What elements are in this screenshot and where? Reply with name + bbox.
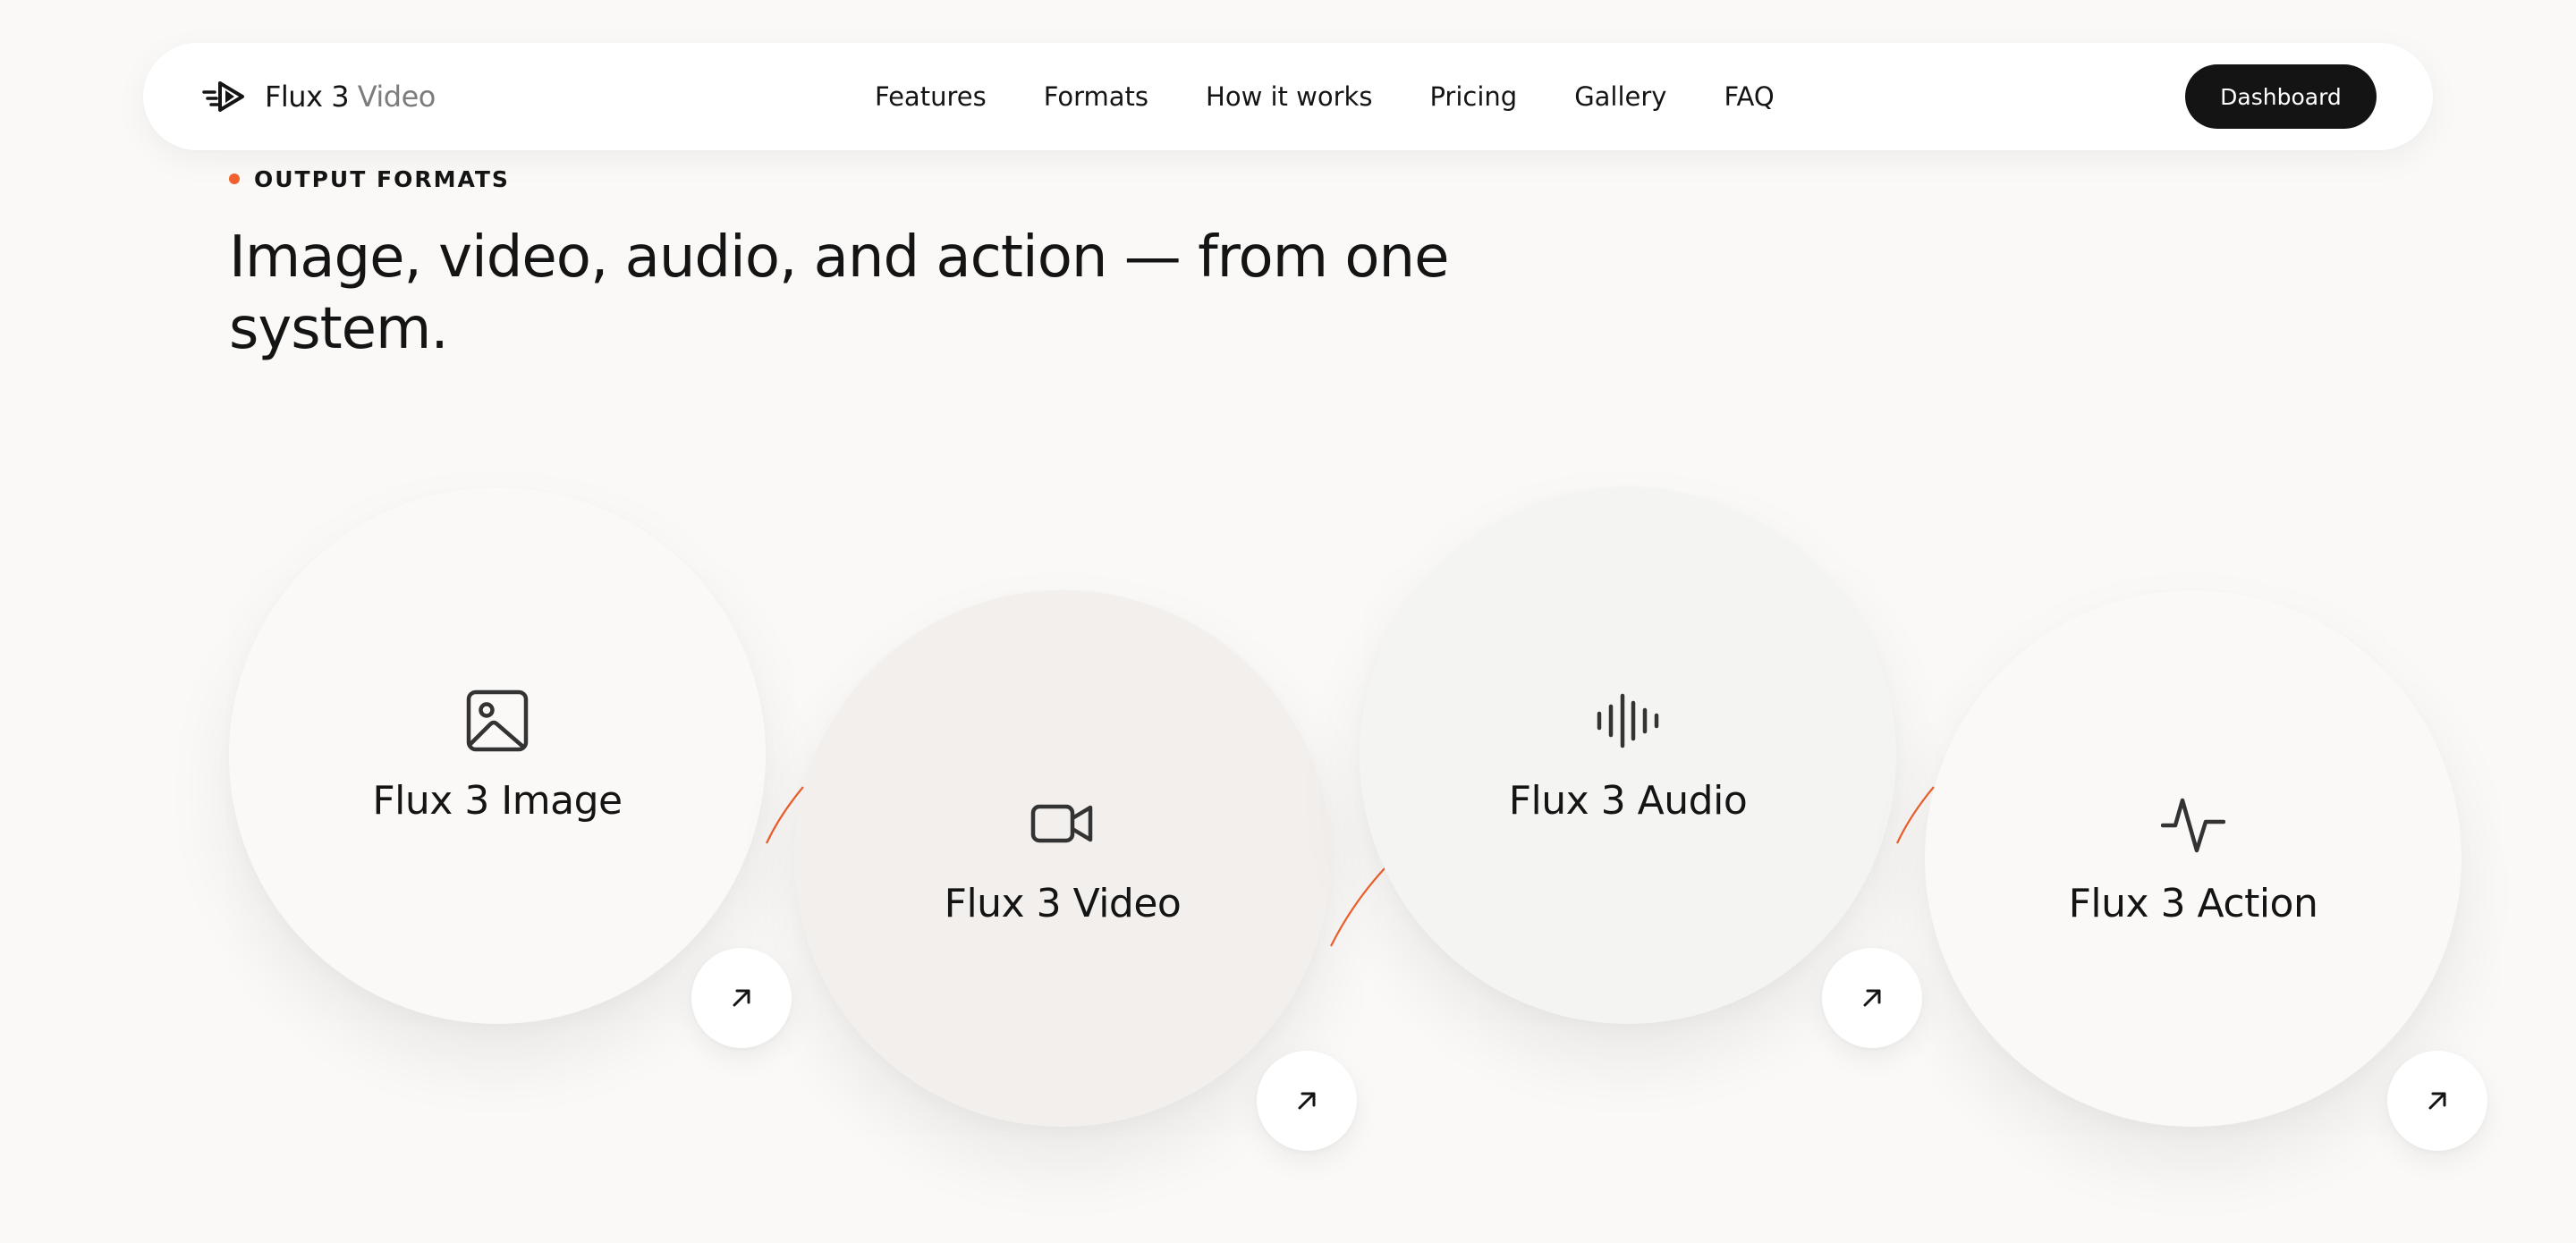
nav-link-faq[interactable]: FAQ xyxy=(1724,81,1774,112)
nav-link-gallery[interactable]: Gallery xyxy=(1574,81,1666,112)
headline-line-2: system. xyxy=(229,296,449,362)
open-audio-arrow-button[interactable] xyxy=(1822,948,1922,1048)
arrow-up-right-icon xyxy=(1863,989,1881,1007)
arrow-up-right-icon xyxy=(2428,1092,2446,1110)
arrow-up-right-icon xyxy=(733,989,750,1007)
format-card-label: Flux 3 Video xyxy=(944,880,1182,926)
headline-line-1: Image, video, audio, and action — from o… xyxy=(229,224,1449,291)
top-nav: Flux 3 Video Features Formats How it wor… xyxy=(143,43,2433,150)
format-card-label: Flux 3 Audio xyxy=(1508,777,1748,824)
brand-name-primary: Flux 3 xyxy=(265,80,350,114)
nav-links: Features Formats How it works Pricing Ga… xyxy=(875,43,1775,150)
format-card-action[interactable]: Flux 3 Action xyxy=(1925,590,2462,1127)
audio-waveform-icon xyxy=(1597,693,1659,748)
format-card-label: Flux 3 Image xyxy=(372,777,623,824)
nav-link-how-it-works[interactable]: How it works xyxy=(1206,81,1372,112)
format-card-audio[interactable]: Flux 3 Audio xyxy=(1360,487,1896,1024)
arrow-up-right-icon xyxy=(1298,1092,1316,1110)
image-icon xyxy=(466,689,529,751)
dashboard-button[interactable]: Dashboard xyxy=(2185,64,2377,129)
play-logo-icon xyxy=(202,81,244,112)
section-headline: Image, video, audio, and action — from o… xyxy=(229,222,1481,365)
format-card-label: Flux 3 Action xyxy=(2068,880,2318,926)
format-card-image[interactable]: Flux 3 Image xyxy=(229,487,766,1024)
activity-pulse-icon xyxy=(2161,798,2225,852)
nav-link-formats[interactable]: Formats xyxy=(1044,81,1148,112)
open-image-arrow-button[interactable] xyxy=(691,948,792,1048)
brand-name: Flux 3 Video xyxy=(265,80,436,114)
page: Flux 3 Video Features Formats How it wor… xyxy=(0,0,2576,1243)
accent-dot xyxy=(229,173,240,184)
connector-line-video-audio xyxy=(1330,867,1386,947)
nav-link-features[interactable]: Features xyxy=(875,81,987,112)
eyebrow-label: OUTPUT FORMATS xyxy=(254,165,510,192)
brand-logo-link[interactable]: Flux 3 Video xyxy=(202,43,436,150)
nav-link-pricing[interactable]: Pricing xyxy=(1429,81,1517,112)
format-card-video[interactable]: Flux 3 Video xyxy=(794,590,1331,1127)
video-camera-icon xyxy=(1030,804,1093,842)
brand-name-suffix: Video xyxy=(357,80,436,114)
section-eyebrow: OUTPUT FORMATS xyxy=(229,165,510,192)
open-video-arrow-button[interactable] xyxy=(1257,1051,1357,1151)
open-action-arrow-button[interactable] xyxy=(2387,1051,2487,1151)
